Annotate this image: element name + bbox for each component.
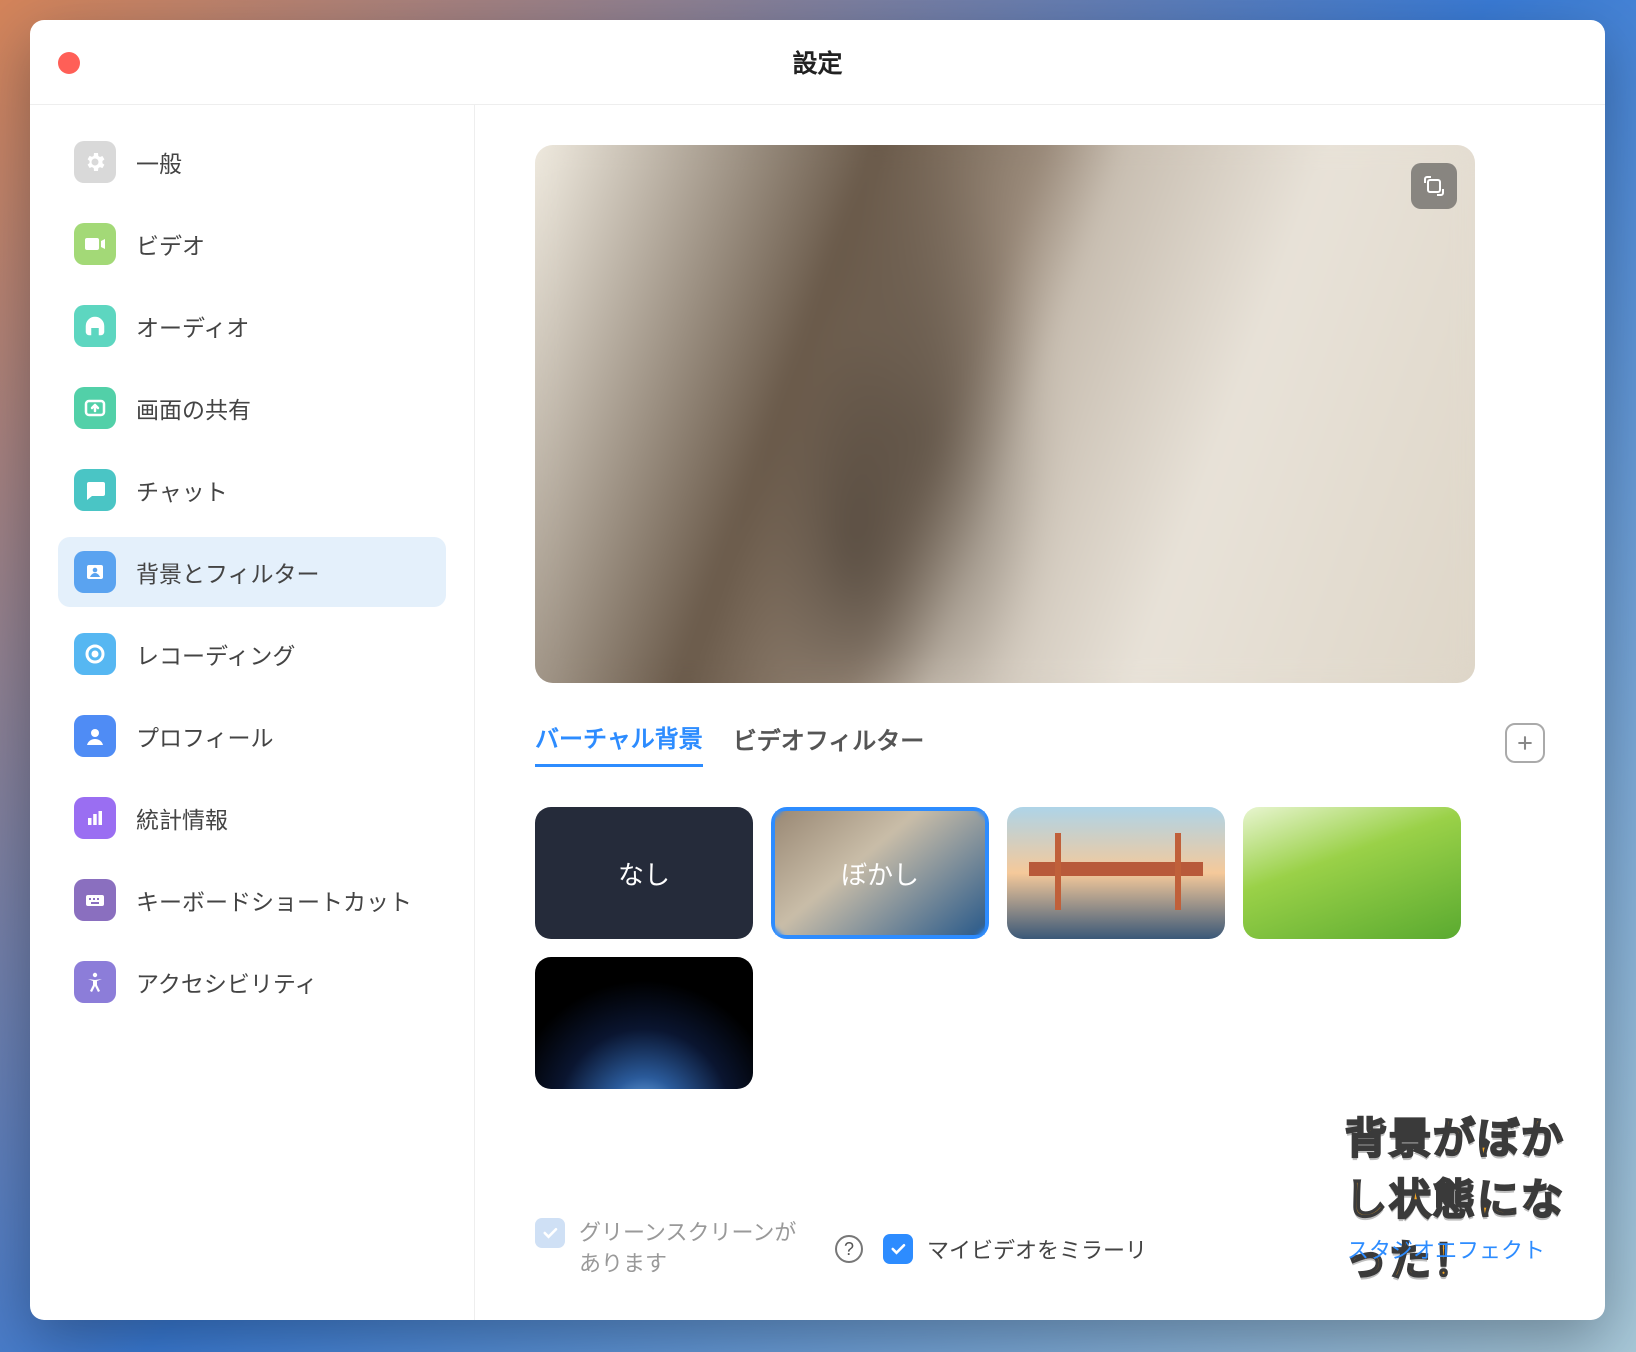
sidebar-item-label: プロフィール xyxy=(136,719,274,753)
background-options-grid: なし ぼかし xyxy=(535,807,1485,1089)
sidebar-item-label: レコーディング xyxy=(136,637,295,671)
bg-option-none[interactable]: なし xyxy=(535,807,753,939)
chat-icon xyxy=(74,469,116,511)
sidebar-item-video[interactable]: ビデオ xyxy=(58,209,446,279)
sidebar-item-background-filters[interactable]: 背景とフィルター xyxy=(58,537,446,607)
sidebar-item-share-screen[interactable]: 画面の共有 xyxy=(58,373,446,443)
greenscreen-label: グリーンスクリーンがあります xyxy=(579,1218,815,1280)
sidebar-item-label: オーディオ xyxy=(136,309,249,343)
greenscreen-option: グリーンスクリーンがあります xyxy=(535,1218,815,1280)
sidebar-item-accessibility[interactable]: アクセシビリティ xyxy=(58,947,446,1017)
add-background-button[interactable] xyxy=(1505,723,1545,763)
close-window-button[interactable] xyxy=(58,52,80,74)
accessibility-icon xyxy=(74,961,116,1003)
tabs: バーチャル背景 ビデオフィルター xyxy=(535,719,1545,767)
settings-window: 設定 一般 ビデオ オーディオ xyxy=(30,20,1605,1320)
rotate-camera-button[interactable] xyxy=(1411,163,1457,209)
sidebar-item-recording[interactable]: レコーディング xyxy=(58,619,446,689)
mirror-label: マイビデオをミラーリ xyxy=(927,1233,1147,1265)
video-preview xyxy=(535,145,1475,683)
sidebar-item-label: キーボードショートカット xyxy=(136,883,412,917)
bg-option-earth[interactable] xyxy=(535,957,753,1089)
sidebar-item-label: 一般 xyxy=(136,145,182,179)
sidebar-item-label: 画面の共有 xyxy=(136,391,251,425)
sidebar-item-label: 背景とフィルター xyxy=(136,555,320,589)
greenscreen-checkbox xyxy=(535,1218,565,1248)
bg-option-bridge[interactable] xyxy=(1007,807,1225,939)
headphones-icon xyxy=(74,305,116,347)
studio-effects-link[interactable]: スタジオエフェクト xyxy=(1347,1233,1545,1265)
bg-option-label: なし xyxy=(618,855,670,892)
sidebar-item-audio[interactable]: オーディオ xyxy=(58,291,446,361)
share-screen-icon xyxy=(74,387,116,429)
sidebar-item-label: 統計情報 xyxy=(136,801,228,835)
background-icon xyxy=(74,551,116,593)
record-icon xyxy=(74,633,116,675)
stats-icon xyxy=(74,797,116,839)
sidebar-item-keyboard-shortcuts[interactable]: キーボードショートカット xyxy=(58,865,446,935)
gear-icon xyxy=(74,141,116,183)
sidebar-item-label: チャット xyxy=(136,473,228,507)
bg-option-blur[interactable]: ぼかし xyxy=(771,807,989,939)
main-panel: バーチャル背景 ビデオフィルター なし ぼかし xyxy=(475,105,1605,1320)
tab-video-filter[interactable]: ビデオフィルター xyxy=(733,721,925,766)
profile-icon xyxy=(74,715,116,757)
titlebar: 設定 xyxy=(30,20,1605,105)
sidebar-item-profile[interactable]: プロフィール xyxy=(58,701,446,771)
bg-option-label: ぼかし xyxy=(841,855,919,892)
video-icon xyxy=(74,223,116,265)
tab-virtual-background[interactable]: バーチャル背景 xyxy=(535,719,703,767)
help-icon[interactable]: ? xyxy=(835,1235,863,1263)
mirror-checkbox[interactable] xyxy=(883,1234,913,1264)
mirror-option[interactable]: マイビデオをミラーリ xyxy=(883,1233,1147,1265)
window-title: 設定 xyxy=(30,44,1605,80)
bg-option-grass[interactable] xyxy=(1243,807,1461,939)
sidebar-item-label: アクセシビリティ xyxy=(136,965,317,999)
keyboard-icon xyxy=(74,879,116,921)
sidebar-item-general[interactable]: 一般 xyxy=(58,127,446,197)
sidebar-item-chat[interactable]: チャット xyxy=(58,455,446,525)
bottom-options: グリーンスクリーンがあります ? マイビデオをミラーリ スタジオエフェクト xyxy=(535,1218,1545,1280)
settings-sidebar: 一般 ビデオ オーディオ 画面の共有 xyxy=(30,105,475,1320)
sidebar-item-label: ビデオ xyxy=(136,227,205,261)
sidebar-item-statistics[interactable]: 統計情報 xyxy=(58,783,446,853)
